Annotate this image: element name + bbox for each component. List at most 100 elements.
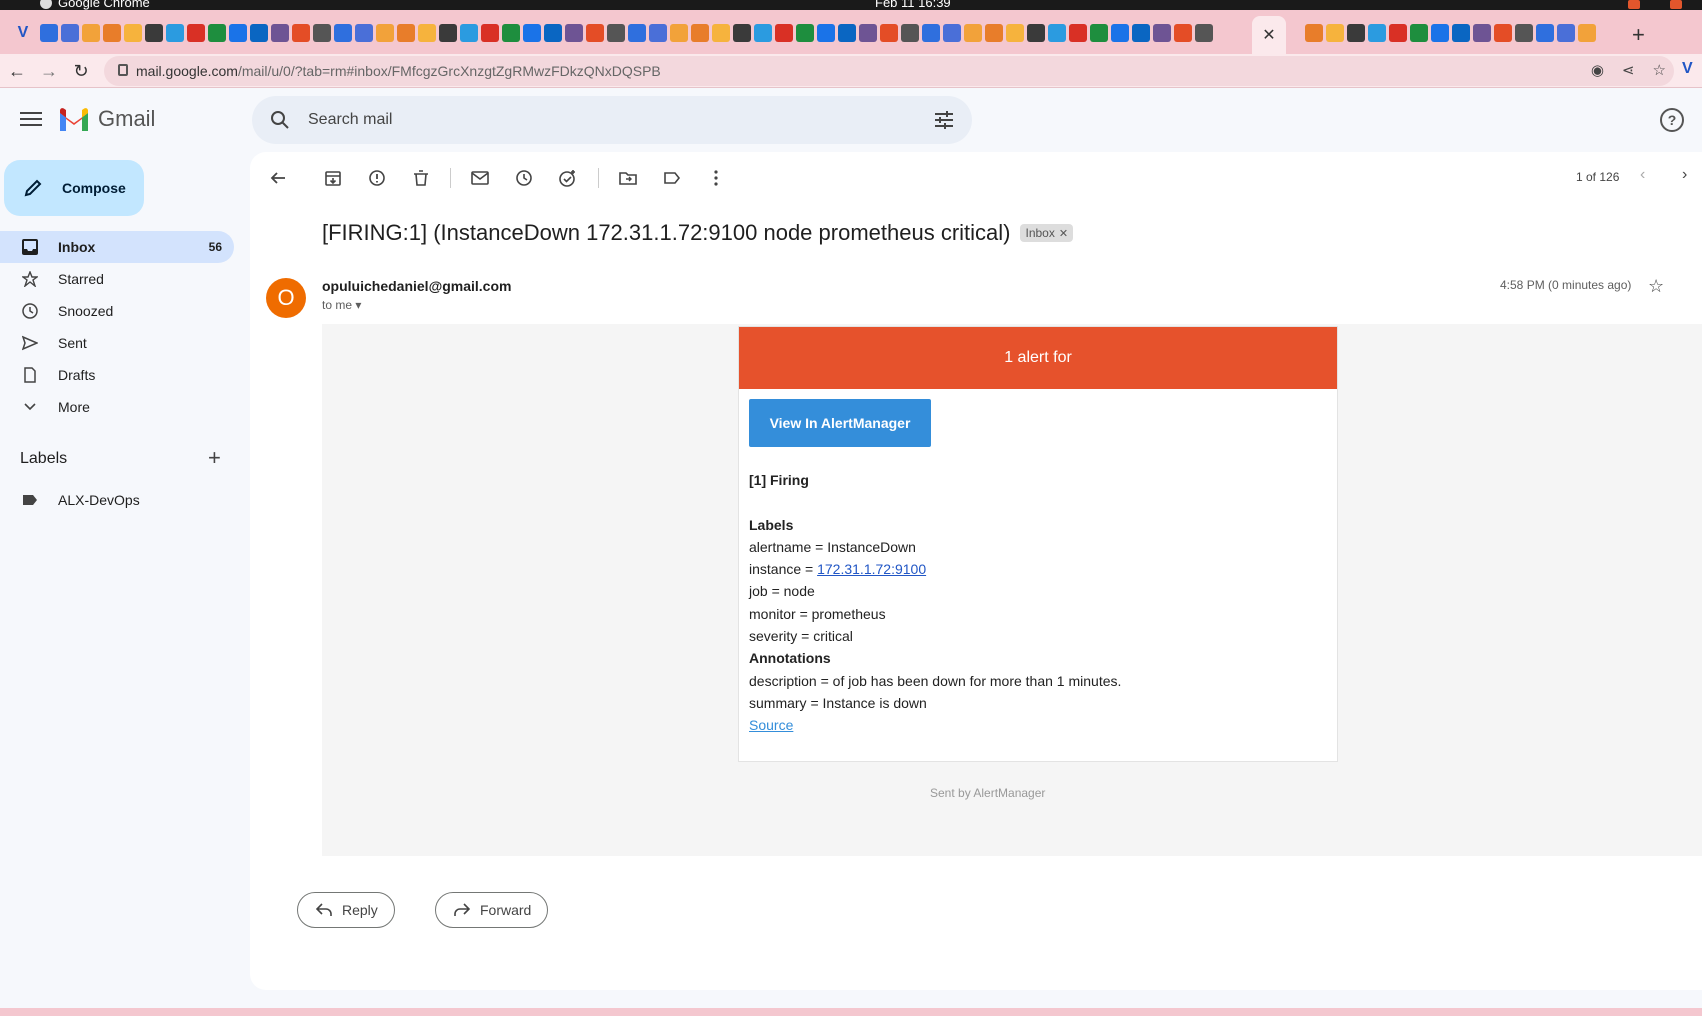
pinned-tab-favicon-icon[interactable] [208,24,226,42]
active-tab-close-icon[interactable]: ✕ [1252,16,1286,54]
pinned-tab-favicon-icon[interactable] [1048,24,1066,42]
pinned-tab-favicon-icon[interactable] [796,24,814,42]
pinned-tab-favicon-icon[interactable] [271,24,289,42]
pinned-tab-favicon-icon[interactable] [754,24,772,42]
older-chevron-right-icon[interactable]: › [1682,166,1687,184]
pinned-tab-favicon-icon[interactable] [880,24,898,42]
sent-by-link[interactable]: Sent by AlertManager [930,786,1045,800]
pinned-tab-favicon-icon[interactable] [313,24,331,42]
pinned-tab-favicon-icon[interactable] [1326,24,1344,42]
pinned-tab-favicon-icon[interactable] [1305,24,1323,42]
pinned-tab-favicon-icon[interactable] [376,24,394,42]
forward-button[interactable]: Forward [435,892,549,928]
pinned-tab-favicon-icon[interactable] [397,24,415,42]
pinned-tab-favicon-icon[interactable] [1473,24,1491,42]
create-label-plus-icon[interactable]: + [208,447,221,469]
back-to-inbox-icon[interactable] [268,168,288,188]
pinned-tab-favicon-icon[interactable] [943,24,961,42]
pinned-tab-favicon-icon[interactable] [1578,24,1596,42]
pinned-tab-favicon-icon[interactable] [670,24,688,42]
pinned-tab-favicon-icon[interactable] [418,24,436,42]
search-icon[interactable] [270,110,290,130]
reply-button[interactable]: Reply [297,892,395,928]
sidebar-item-sent[interactable]: Sent [0,327,234,359]
instance-link[interactable]: 172.31.1.72:9100 [817,561,926,577]
pinned-tab-favicon-icon[interactable] [1195,24,1213,42]
pinned-tab-favicon-icon[interactable] [1515,24,1533,42]
pinned-tab-favicon-icon[interactable] [712,24,730,42]
pinned-tab-favicon-icon[interactable] [439,24,457,42]
pinned-tab-favicon-icon[interactable] [481,24,499,42]
pinned-tab-favicon-icon[interactable] [355,24,373,42]
pinned-tab-favicon-icon[interactable] [628,24,646,42]
pinned-tab-favicon-icon[interactable] [649,24,667,42]
pinned-tab-favicon-icon[interactable] [922,24,940,42]
pinned-tab-favicon-icon[interactable] [1557,24,1575,42]
sidebar-label-alx-devops[interactable]: ALX-DevOps [0,484,234,516]
share-icon[interactable]: ⋖ [1622,61,1635,79]
source-link[interactable]: Source [749,717,793,733]
pinned-tab-favicon-icon[interactable] [103,24,121,42]
search-input[interactable] [308,106,888,134]
sidebar-item-snoozed[interactable]: Snoozed [0,295,234,327]
newer-chevron-left-icon[interactable]: ‹ [1640,166,1645,184]
snooze-icon[interactable] [514,168,534,188]
pinned-tab-favicon-icon[interactable] [250,24,268,42]
pinned-tab-favicon-icon[interactable] [187,24,205,42]
pinned-tab-favicon-icon[interactable] [523,24,541,42]
pinned-tab-favicon-icon[interactable] [61,24,79,42]
pinned-tab-favicon-icon[interactable] [1153,24,1171,42]
pinned-tab-favicon-icon[interactable] [145,24,163,42]
sender-email[interactable]: opuluichedaniel@gmail.com [322,278,511,294]
pinned-tab-favicon-icon[interactable] [1452,24,1470,42]
pinned-tab-favicon-icon[interactable] [691,24,709,42]
address-bar[interactable]: mail.google.com/mail/u/0/?tab=rm#inbox/F… [104,56,1674,86]
reload-icon[interactable]: ↻ [68,58,94,84]
pinned-tab-favicon-icon[interactable] [1389,24,1407,42]
pinned-tab-favicon-icon[interactable] [1494,24,1512,42]
star-message-icon[interactable]: ☆ [1648,276,1664,297]
remove-label-icon[interactable]: ✕ [1059,228,1068,240]
pinned-tab-favicon-icon[interactable] [607,24,625,42]
pinned-tab-favicon-icon[interactable] [565,24,583,42]
pinned-tab-favicon-icon[interactable] [1347,24,1365,42]
eye-icon[interactable]: ◉ [1591,61,1604,79]
pinned-tab-favicon-icon[interactable] [775,24,793,42]
pinned-tab-favicon-icon[interactable] [544,24,562,42]
pinned-tab-favicon-icon[interactable] [838,24,856,42]
search-bar[interactable] [252,96,972,144]
archive-icon[interactable] [323,168,343,188]
report-spam-icon[interactable] [367,168,387,188]
forward-arrow-icon[interactable]: → [36,58,62,84]
main-menu-icon[interactable] [18,108,44,132]
gmail-logo[interactable]: Gmail [58,106,155,132]
pinned-tab-favicon-icon[interactable] [859,24,877,42]
pinned-tab-favicon-icon[interactable] [817,24,835,42]
pinned-tab-favicon-icon[interactable] [1174,24,1192,42]
move-to-icon[interactable] [618,168,638,188]
pinned-tab-favicon-icon[interactable] [292,24,310,42]
bookmark-star-icon[interactable]: ☆ [1653,61,1666,79]
tab-favicon-v-icon[interactable]: V [12,22,34,44]
avatar[interactable]: O [266,278,306,318]
inbox-label-chip[interactable]: Inbox ✕ [1020,224,1074,242]
sidebar-item-more[interactable]: More [0,391,234,423]
pinned-tab-favicon-icon[interactable] [1006,24,1024,42]
pinned-tab-favicon-icon[interactable] [1090,24,1108,42]
pinned-tab-favicon-icon[interactable] [1536,24,1554,42]
pinned-tab-favicon-icon[interactable] [166,24,184,42]
sidebar-item-starred[interactable]: Starred [0,263,234,295]
pinned-tab-favicon-icon[interactable] [586,24,604,42]
extension-v-icon[interactable]: V [1682,60,1693,78]
pinned-tab-favicon-icon[interactable] [964,24,982,42]
search-options-icon[interactable] [934,110,954,130]
label-as-icon[interactable] [662,168,682,188]
pinned-tab-favicon-icon[interactable] [1027,24,1045,42]
pinned-tab-favicon-icon[interactable] [82,24,100,42]
url-text[interactable]: mail.google.com/mail/u/0/?tab=rm#inbox/F… [136,63,661,79]
pinned-tab-favicon-icon[interactable] [124,24,142,42]
mark-unread-icon[interactable] [470,168,490,188]
help-icon[interactable]: ? [1660,108,1684,132]
compose-button[interactable]: Compose [4,160,144,216]
pinned-tab-favicon-icon[interactable] [334,24,352,42]
